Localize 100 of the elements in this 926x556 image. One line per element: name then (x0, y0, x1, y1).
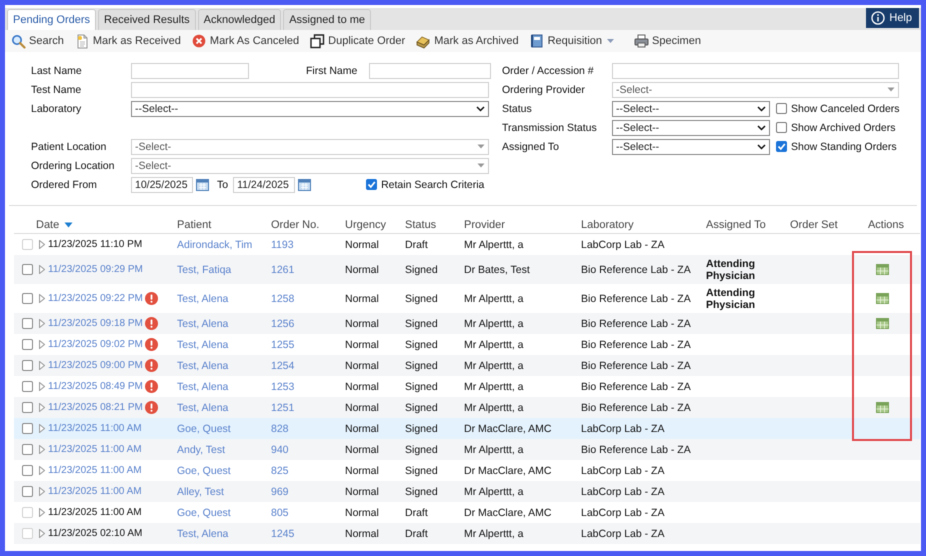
toolbar-button[interactable]: Search (11, 34, 64, 48)
column-header[interactable]: Assigned To (701, 216, 785, 234)
checkbox[interactable] (22, 339, 33, 350)
table-row[interactable]: 11/23/2025 08:21 PM Test, Alena 1251 Normal Signed Mr Alperttt, a Bio Reference Lab - ZA (14, 397, 920, 418)
order-link[interactable]: 969 (266, 481, 340, 502)
combo-box[interactable]: -Select- (131, 138, 489, 154)
patient-link[interactable]: Test, Alena (172, 284, 266, 313)
checkbox[interactable] (22, 264, 33, 275)
table-icon[interactable] (876, 402, 888, 414)
checkbox[interactable] (22, 444, 33, 455)
date-link[interactable]: 11/23/2025 11:00 AM (48, 444, 142, 455)
expand-button[interactable] (39, 403, 45, 412)
order-link[interactable]: 1253 (266, 376, 340, 397)
checkbox[interactable] (22, 360, 33, 371)
checkbox[interactable] (22, 293, 33, 304)
column-header[interactable]: Status (400, 216, 459, 234)
help-button[interactable]: Help (866, 8, 919, 28)
patient-link[interactable]: Test, Alena (172, 334, 266, 355)
checkbox[interactable] (22, 381, 33, 392)
patient-link[interactable]: Test, Alena (172, 313, 266, 334)
column-header[interactable]: Order No. (266, 216, 340, 234)
expand-button[interactable] (39, 466, 45, 475)
dropdown[interactable]: --Select-- (131, 100, 489, 116)
expand-button[interactable] (39, 445, 45, 454)
table-icon[interactable] (876, 293, 888, 304)
patient-link[interactable]: Test, Alena (172, 355, 266, 376)
dropdown[interactable]: --Select-- (612, 138, 770, 154)
date-link[interactable]: 11/23/2025 08:49 PM (48, 381, 143, 392)
order-link[interactable]: 1255 (266, 334, 340, 355)
patient-link[interactable]: Test, Fatiqa (172, 255, 266, 284)
order-link[interactable]: 940 (266, 439, 340, 460)
expand-button[interactable] (39, 382, 45, 391)
toolbar-button[interactable]: Specimen (634, 34, 701, 48)
patient-link[interactable]: Test, Alena (172, 376, 266, 397)
column-header[interactable]: Urgency (340, 216, 400, 234)
calendar-button[interactable] (298, 178, 312, 191)
patient-link[interactable]: Goe, Quest (172, 460, 266, 481)
column-header[interactable]: Laboratory (576, 216, 701, 234)
date-link[interactable]: 11/23/2025 11:00 AM (48, 486, 142, 497)
column-header[interactable]: Provider (459, 216, 576, 234)
table-row[interactable]: 11/23/2025 09:18 PM Test, Alena 1256 Normal Signed Mr Alperttt, a Bio Reference Lab - ZA (14, 313, 920, 334)
tab[interactable]: Pending Orders (7, 9, 96, 30)
patient-link[interactable]: Andy, Test (172, 439, 266, 460)
date-link[interactable]: 11/23/2025 09:22 PM (48, 293, 143, 304)
date-link[interactable]: 11/23/2025 11:00 AM (48, 465, 142, 476)
checkbox[interactable] (22, 423, 33, 434)
date-link[interactable]: 11/23/2025 09:29 PM (48, 264, 143, 275)
expand-button[interactable] (39, 294, 45, 303)
column-header[interactable]: Date (14, 216, 172, 234)
expand-button[interactable] (39, 340, 45, 349)
toolbar-button[interactable]: Mark as Received (74, 34, 181, 48)
table-row[interactable]: 11/23/2025 11:00 AM Alley, Test 969 Normal Signed Mr Alperttt, a LabCorp Lab - ZA (14, 481, 920, 502)
checkbox[interactable] (366, 179, 378, 190)
checkbox[interactable] (22, 402, 33, 413)
date-field[interactable]: 10/25/2025 (131, 176, 193, 192)
order-link[interactable]: 1251 (266, 397, 340, 418)
checkbox[interactable] (22, 465, 33, 476)
date-link[interactable]: 11/23/2025 09:18 PM (48, 318, 143, 329)
order-link[interactable]: 1254 (266, 355, 340, 376)
expand-button[interactable] (39, 265, 45, 274)
date-field[interactable]: 11/24/2025 (233, 176, 296, 192)
checkbox[interactable] (22, 486, 33, 497)
checkbox[interactable] (22, 318, 33, 329)
checkbox[interactable] (776, 103, 787, 114)
toolbar-button[interactable]: Mark as Archived (416, 34, 519, 48)
tab[interactable]: Received Results (98, 9, 196, 30)
order-link[interactable]: 1261 (266, 255, 340, 284)
toolbar-button[interactable]: Mark As Canceled (192, 34, 300, 48)
tab[interactable]: Assigned to me (283, 9, 372, 30)
table-row[interactable]: 11/23/2025 11:00 AM Goe, Quest 825 Normal Signed Dr MacClare, AMC LabCorp Lab - ZA (14, 460, 920, 481)
expand-button[interactable] (39, 361, 45, 370)
input-field[interactable] (131, 62, 249, 78)
table-row[interactable]: 11/23/2025 09:00 PM Test, Alena 1254 Normal Signed Mr Alperttt, a Bio Reference Lab - ZA (14, 355, 920, 376)
expand-button[interactable] (39, 319, 45, 328)
combo-box[interactable]: -Select- (131, 158, 489, 174)
table-row[interactable]: 11/23/2025 11:00 AM Andy, Test 940 Normal Signed Mr Alperttt, a Bio Reference Lab - ZA (14, 439, 920, 460)
patient-link[interactable]: Alley, Test (172, 481, 266, 502)
patient-link[interactable]: Test, Alena (172, 397, 266, 418)
input-field[interactable] (612, 62, 899, 78)
date-link[interactable]: 11/23/2025 09:02 PM (48, 339, 143, 350)
expand-button[interactable] (39, 424, 45, 433)
input-field[interactable] (131, 82, 489, 98)
toolbar-button[interactable]: Duplicate Order (310, 34, 406, 48)
column-header[interactable]: Actions (852, 216, 920, 234)
input-field[interactable] (369, 62, 491, 78)
order-link[interactable]: 1256 (266, 313, 340, 334)
expand-button[interactable] (39, 487, 45, 496)
order-link[interactable]: 1258 (266, 284, 340, 313)
tab[interactable]: Acknowledged (198, 9, 282, 30)
checkbox[interactable] (776, 141, 787, 152)
order-link[interactable]: 825 (266, 460, 340, 481)
date-link[interactable]: 11/23/2025 09:00 PM (48, 360, 143, 371)
dropdown[interactable]: --Select-- (612, 120, 770, 136)
checkbox[interactable] (776, 122, 787, 133)
column-header[interactable]: Order Set (785, 216, 852, 234)
table-icon[interactable] (876, 318, 888, 330)
combo-box[interactable]: -Select- (612, 82, 899, 98)
toolbar-button[interactable]: Requisition (530, 34, 624, 48)
dropdown[interactable]: --Select-- (612, 100, 770, 116)
calendar-button[interactable] (196, 178, 209, 191)
